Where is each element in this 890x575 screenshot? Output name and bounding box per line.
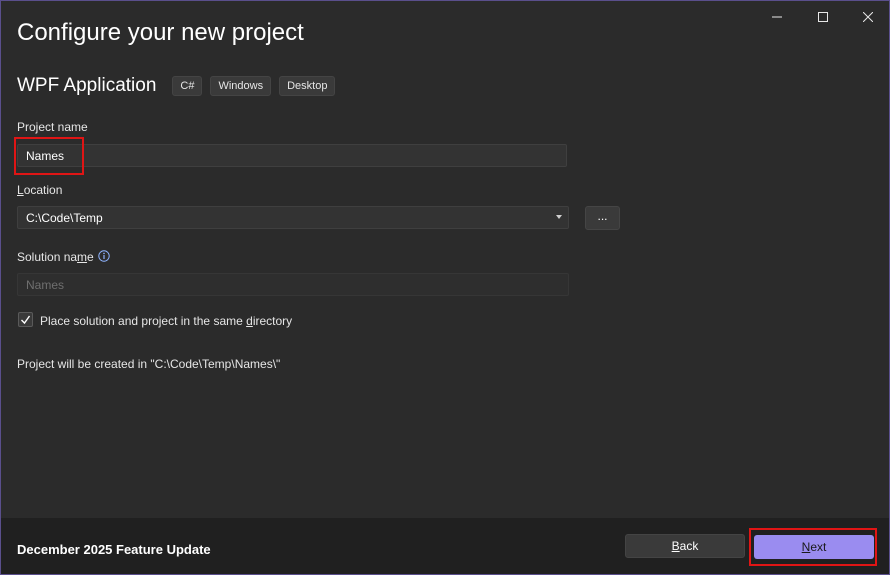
minimize-icon <box>772 16 782 18</box>
feature-update-text: December 2025 Feature Update <box>17 542 211 557</box>
tag-project-type: Desktop <box>279 76 336 96</box>
chevron-down-icon[interactable] <box>556 215 562 219</box>
close-button[interactable] <box>846 1 889 33</box>
same-directory-checkbox[interactable] <box>18 312 33 327</box>
same-directory-label[interactable]: Place solution and project in the same d… <box>40 314 292 328</box>
next-button[interactable]: Next <box>754 535 874 559</box>
maximize-icon <box>818 12 828 22</box>
page-title: Configure your new project <box>17 19 304 46</box>
footer-bar: December 2025 Feature Update Back Next <box>1 518 889 574</box>
template-name: WPF Application <box>17 75 157 96</box>
project-path-text: Project will be created in "C:\Code\Temp… <box>17 357 281 371</box>
tag-language: C# <box>172 76 203 96</box>
template-info: WPF Application C# Windows Desktop <box>17 74 343 98</box>
back-button[interactable]: Back <box>625 534 745 558</box>
location-value: C:\Code\Temp <box>26 211 103 225</box>
close-icon <box>863 12 873 22</box>
location-dropdown[interactable]: C:\Code\Temp <box>17 206 569 229</box>
solution-name-input[interactable]: Names <box>17 273 569 296</box>
tag-platform: Windows <box>210 76 272 96</box>
minimize-button[interactable] <box>755 1 799 33</box>
browse-button[interactable]: ... <box>585 206 620 230</box>
project-name-label: Project name <box>17 120 88 134</box>
info-icon[interactable] <box>98 250 110 265</box>
solution-name-label: Solution name <box>17 250 110 265</box>
maximize-button[interactable] <box>801 1 845 33</box>
checkmark-icon <box>21 315 31 325</box>
project-name-input[interactable]: Names <box>17 144 567 167</box>
location-label: Location <box>17 183 63 197</box>
configure-project-window: Configure your new project WPF Applicati… <box>0 0 890 575</box>
